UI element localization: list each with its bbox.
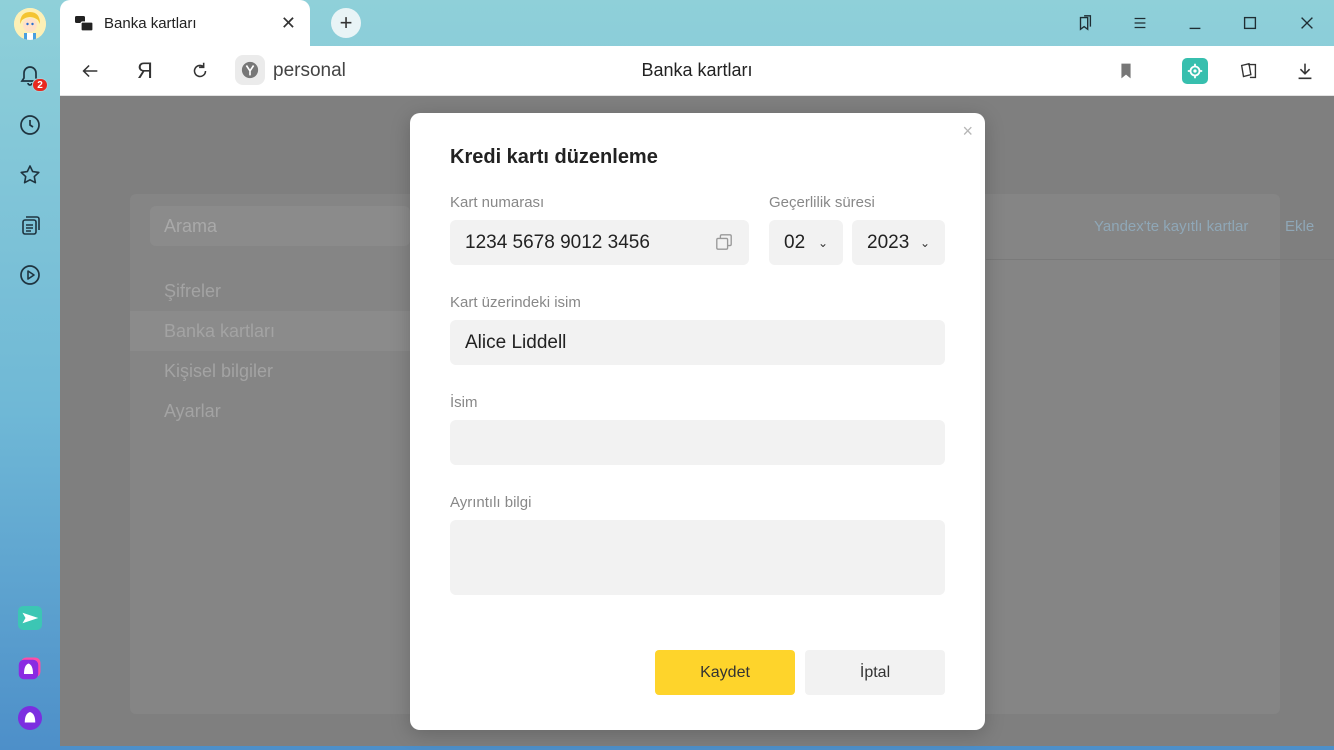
edit-card-dialog: × Kredi kartı düzenleme Kart numarası 12… [410,113,985,730]
card-number-field[interactable]: 1234 5678 9012 3456 [450,220,749,265]
expiry-month-select[interactable]: 02 ⌄ [769,220,843,265]
minimize-icon [1189,27,1201,30]
cards-icon [1240,62,1257,79]
profile-avatar[interactable] [14,8,46,40]
downloads-button[interactable] [1292,58,1318,84]
address-text[interactable]: personal [273,60,346,82]
chevron-down-icon: ⌄ [817,235,828,250]
site-icon[interactable] [235,55,265,85]
expiry-label: Geçerlilik süresi [769,194,875,211]
media-button[interactable] [14,259,46,291]
alice-avatar-icon [14,8,46,40]
messenger-app-button[interactable] [14,602,46,634]
bookmark-page-button[interactable] [1113,58,1139,84]
saved-cards-link[interactable]: Yandex'te kayıtlı kartlar [1094,218,1248,235]
name-label: İsim [450,394,478,411]
name-field[interactable] [450,420,945,465]
protect-button[interactable] [1236,58,1262,84]
extension-button[interactable] [1182,58,1208,84]
yandex-button[interactable]: Я [132,58,158,84]
tab-bank-cards[interactable]: Banka kartları ✕ [60,0,310,46]
expiry-year-value: 2023 [867,231,910,253]
hamburger-icon [1134,17,1146,29]
details-textarea[interactable] [450,520,945,595]
download-icon [1298,63,1312,80]
close-window-button[interactable] [1292,10,1322,36]
expiry-year-select[interactable]: 2023 ⌄ [852,220,945,265]
tabs-manager-button[interactable] [1070,10,1100,36]
maximize-icon [1243,16,1257,30]
bookmark-icon [1121,63,1131,79]
reload-button[interactable] [187,58,213,84]
save-button[interactable]: Kaydet [655,650,795,695]
tab-title: Banka kartları [104,14,197,32]
cardholder-value: Alice Liddell [465,331,567,353]
details-label: Ayrıntılı bilgi [450,494,532,511]
bookmarks-panel-icon [1079,15,1092,31]
back-button[interactable] [77,58,103,84]
collections-icon [22,216,40,235]
chevron-down-icon: ⌄ [919,235,930,250]
clock-icon [20,115,40,135]
left-sidebar: 2 [0,0,60,750]
alice-app-button[interactable] [14,652,46,684]
play-icon [20,265,40,285]
cards-tab-icon [75,16,94,32]
extension-gear-icon [1187,63,1203,79]
bookmarks-button[interactable] [14,159,46,191]
dialog-title: Kredi kartı düzenleme [450,146,658,168]
tab-close-button[interactable]: ✕ [281,13,296,34]
notification-badge: 2 [32,78,48,92]
cardholder-field[interactable]: Alice Liddell [450,320,945,365]
yandex-browser-icon [241,61,259,79]
reload-icon [193,62,207,78]
new-tab-button[interactable]: + [331,8,361,38]
tab-strip: Banka kartları ✕ + [60,0,1334,46]
search-input[interactable]: Arama [150,206,410,246]
maximize-button[interactable] [1235,10,1265,36]
menu-item-bank-cards[interactable]: Banka kartları [130,311,420,351]
notifications-button[interactable]: 2 [14,60,48,92]
add-card-link[interactable]: Ekle [1285,218,1314,235]
dialog-close-button[interactable]: × [962,121,973,142]
minimize-button[interactable] [1180,10,1210,36]
menu-item-settings[interactable]: Ayarlar [130,391,420,431]
card-number-value: 1234 5678 9012 3456 [465,231,650,253]
menu-item-passwords[interactable]: Şifreler [130,271,420,311]
menu-button[interactable] [1125,10,1155,36]
messenger-app-icon [18,606,42,630]
star-icon [20,165,40,184]
expiry-month-value: 02 [784,231,806,253]
alice-assistant-icon [18,706,42,730]
alice-assistant-button[interactable] [14,702,46,734]
menu-item-personal-info[interactable]: Kişisel bilgiler [130,351,420,391]
card-number-label: Kart numarası [450,194,545,211]
panel-divider [986,259,1334,260]
copy-icon[interactable] [715,233,733,251]
alice-app-icon [18,657,41,680]
history-button[interactable] [14,109,46,141]
close-icon [1301,17,1313,29]
cancel-button[interactable]: İptal [805,650,945,695]
collections-button[interactable] [14,209,46,241]
cardholder-label: Kart üzerindeki isim [450,294,581,311]
address-toolbar: Я personal Banka kartları [60,46,1334,96]
arrow-left-icon [82,64,98,78]
